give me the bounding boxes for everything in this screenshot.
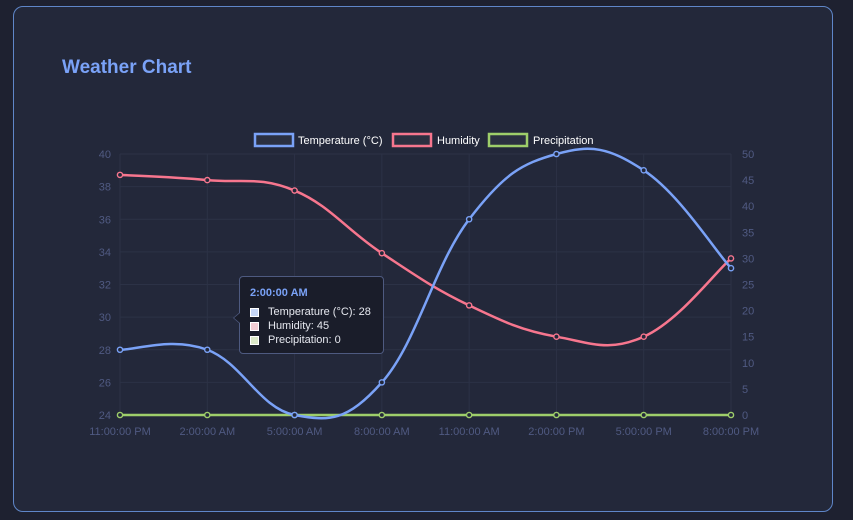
chart-tooltip: 2:00:00 AM Temperature (°C): 28 Humidity…: [233, 276, 384, 354]
data-point-temperature: [727, 264, 735, 272]
data-point-precipitation: [553, 411, 560, 419]
y-right-tick-label: 25: [742, 280, 754, 292]
y-left-tick-label: 26: [99, 377, 111, 389]
data-point-precipitation: [378, 411, 386, 419]
y-left-tick-label: 28: [99, 345, 111, 357]
y-right-tick-label: 0: [742, 410, 748, 422]
data-point-humidity: [378, 249, 386, 257]
y-right-tick-label: 35: [742, 227, 754, 239]
data-point-precipitation: [116, 411, 124, 419]
x-tick-label: 8:00:00 PM: [703, 426, 759, 438]
data-point-precipitation: [465, 411, 473, 419]
data-point-humidity: [465, 302, 473, 309]
x-tick-label: 2:00:00 AM: [179, 426, 235, 438]
data-point-precipitation: [640, 411, 648, 419]
data-point-humidity: [727, 255, 735, 262]
data-point-humidity: [640, 333, 648, 341]
y-right-tick-label: 40: [742, 201, 754, 213]
data-point-temperature: [640, 167, 648, 174]
y-right-tick-label: 10: [742, 358, 754, 370]
tooltip-row-humidity: Humidity: 45: [250, 319, 373, 333]
data-point-temperature: [378, 379, 386, 386]
y-right-tick-label: 20: [742, 306, 754, 318]
tooltip-swatch-humidity: [250, 321, 259, 331]
y-left-tick-label: 24: [99, 410, 111, 422]
tooltip-row-humidity-text: Humidity: 45: [268, 320, 330, 332]
grid-lines: [119, 153, 732, 416]
y-left-tick-label: 30: [99, 312, 111, 324]
tooltip-swatch-temperature: [250, 307, 259, 317]
y-left-tick-label: 40: [99, 149, 111, 161]
x-tick-label: 2:00:00 PM: [528, 426, 584, 438]
tooltip-row-temperature: Temperature (°C): 28: [250, 305, 373, 319]
legend-label-precipitation: Precipitation: [533, 135, 594, 147]
data-point-precipitation: [727, 411, 735, 419]
legend-label-temperature: Temperature (°C): [298, 135, 382, 147]
data-point-temperature: [203, 346, 211, 354]
data-point-temperature: [465, 215, 473, 223]
data-point-temperature: [553, 150, 560, 158]
series-lines: [116, 147, 735, 420]
tooltip-row-temperature-text: Temperature (°C): 28: [268, 306, 371, 318]
y-left-tick-label: 32: [99, 280, 111, 292]
series-line-temperature: [119, 147, 732, 420]
tooltip-title: 2:00:00 AM: [250, 287, 308, 299]
data-point-humidity: [553, 333, 560, 341]
tooltip-swatch-precipitation: [250, 335, 259, 345]
data-point-temperature: [291, 411, 298, 419]
data-point-humidity: [203, 176, 211, 184]
data-point-humidity: [116, 171, 124, 179]
y-right-tick-label: 45: [742, 175, 754, 187]
y-left-tick-label: 34: [99, 247, 111, 259]
y-right-tick-label: 30: [742, 253, 754, 265]
x-tick-label: 11:00:00 AM: [439, 426, 500, 438]
data-point-humidity: [291, 187, 298, 194]
legend-swatch-temperature: [253, 132, 295, 148]
tooltip-row-precipitation-text: Precipitation: 0: [268, 334, 341, 346]
series-line-humidity: [119, 173, 732, 347]
x-tick-label: 5:00:00 AM: [267, 426, 323, 438]
y-right-tick-label: 15: [742, 332, 754, 344]
x-tick-label: 11:00:00 PM: [89, 426, 151, 438]
y-right-tick-label: 50: [742, 149, 754, 161]
y-left-tick-label: 36: [99, 214, 111, 226]
axis-tick-labels: 4038363432302826245045403530252015105011…: [89, 149, 759, 438]
weather-line-chart: 4038363432302826245045403530252015105011…: [89, 132, 759, 438]
y-right-tick-label: 5: [742, 384, 748, 396]
chart-legend[interactable]: Temperature (°C) Humidity Precipitation: [253, 132, 594, 148]
legend-swatch-humidity: [391, 132, 433, 148]
tooltip-row-precipitation: Precipitation: 0: [250, 333, 373, 347]
x-tick-label: 8:00:00 AM: [354, 426, 410, 438]
y-left-tick-label: 38: [99, 182, 111, 194]
legend-swatch-precipitation: [487, 132, 529, 148]
data-point-temperature: [116, 346, 124, 354]
x-tick-label: 5:00:00 PM: [616, 426, 672, 438]
data-point-precipitation: [203, 411, 211, 419]
legend-label-humidity: Humidity: [437, 135, 480, 147]
